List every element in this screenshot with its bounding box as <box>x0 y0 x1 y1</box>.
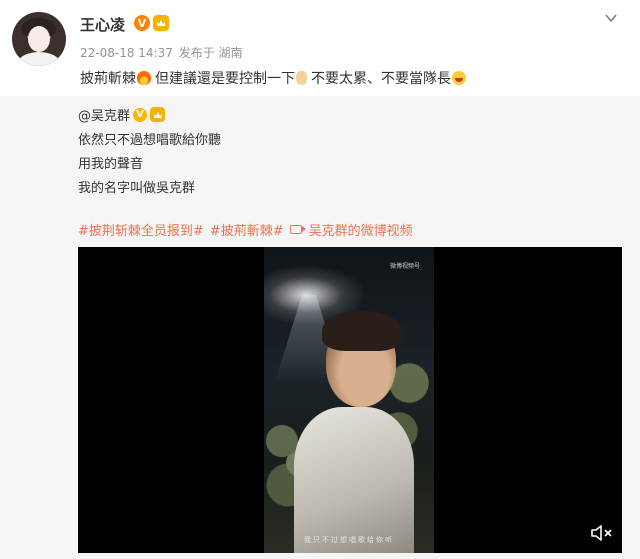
hashtag-link[interactable]: #披荆斩棘全员报到# <box>78 220 204 239</box>
member-icon <box>153 15 169 31</box>
post-text-part3: 不要太累、不要當隊長 <box>311 71 451 87</box>
hand-icon <box>296 71 307 85</box>
person-hair <box>322 311 402 351</box>
chevron-down-icon[interactable] <box>604 10 618 24</box>
retweet-author[interactable]: @吴克群 V <box>78 105 166 124</box>
verified-icon: V <box>134 15 150 31</box>
post-meta: 22-08-18 14:37 发布于 湖南 <box>80 44 245 61</box>
video-link-label: 吴克群的微博视频 <box>308 224 413 239</box>
retweet-author-name[interactable]: @吴克群 <box>78 105 130 124</box>
video-watermark: 微博视频号 <box>390 263 421 270</box>
post-text-part1: 披荊斬棘 <box>80 71 136 87</box>
video-frame[interactable]: 微博视频号 我只不过想唱歌给你听 <box>264 247 434 553</box>
mute-icon[interactable] <box>590 523 614 543</box>
retweet-line: 用我的聲音 <box>78 157 144 172</box>
avatar-face <box>28 26 50 52</box>
verified-icon: V <box>133 107 148 122</box>
video-camera-icon <box>289 225 306 234</box>
post-source: 发布于 湖南 <box>178 46 243 60</box>
vip-badge[interactable]: V <box>134 15 169 31</box>
post-text-part2: 但建議還是要控制一下 <box>155 71 295 87</box>
avatar[interactable] <box>12 12 66 66</box>
post-text: 披荊斬棘 但建議還是要控制一下 不要太累、不要當隊長 <box>80 68 470 88</box>
hashtag-link[interactable]: #披荊斬棘# <box>210 220 284 239</box>
member-icon <box>150 107 166 122</box>
retweet-line: 依然只不過想唱歌給你聽 <box>78 133 222 148</box>
hashtags: #披荆斩棘全员报到# #披荊斬棘# 吴克群的微博视频 <box>78 220 413 239</box>
laugh-icon <box>452 71 466 85</box>
retweet-card[interactable]: @吴克群 V 依然只不過想唱歌給你聽 用我的聲音 我的名字叫做吳克群 #披荆斩棘… <box>0 96 640 559</box>
video-link[interactable]: 吴克群的微博视频 <box>289 220 413 239</box>
person-body <box>294 407 414 553</box>
avatar-shoulders <box>18 52 60 66</box>
retweet-line: 我的名字叫做吳克群 <box>78 181 196 196</box>
fire-icon <box>137 71 151 85</box>
video-subtitle: 我只不过想唱歌给你听 <box>304 536 394 544</box>
username[interactable]: 王心凌 <box>80 14 125 35</box>
video-player[interactable]: 微博视频号 我只不过想唱歌给你听 <box>78 247 622 553</box>
timestamp[interactable]: 22-08-18 14:37 <box>80 46 173 60</box>
